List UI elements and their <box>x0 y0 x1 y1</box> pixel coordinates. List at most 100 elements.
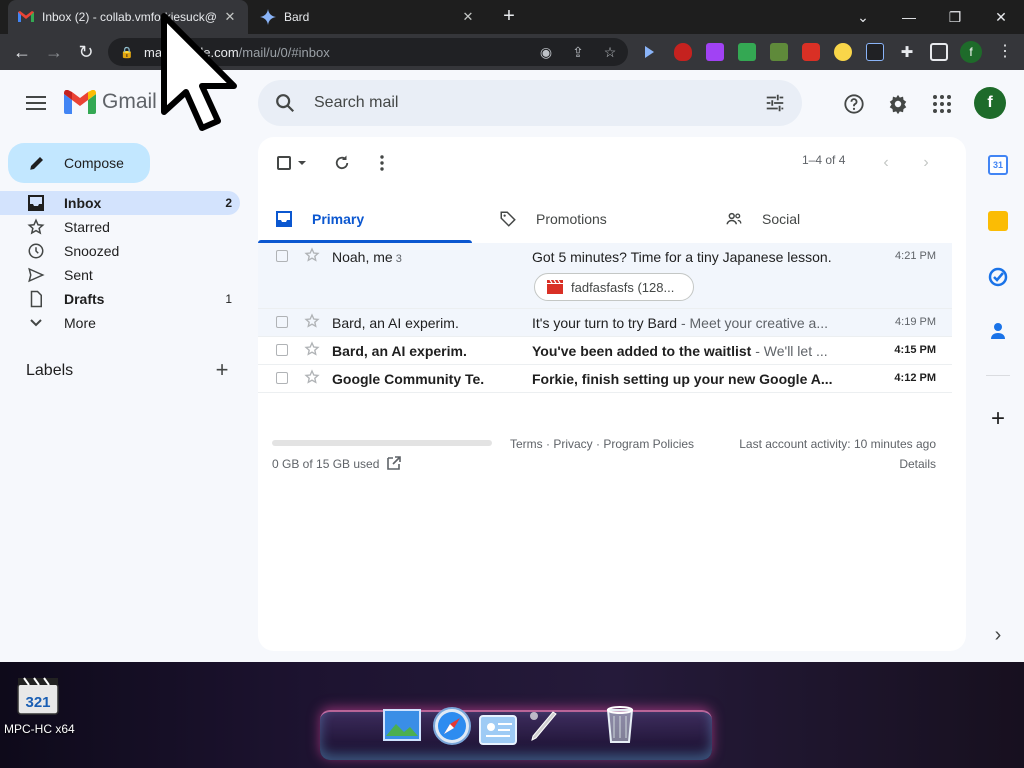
row-checkbox[interactable] <box>276 372 288 384</box>
search-options-icon[interactable] <box>764 92 786 114</box>
sidebar-item-label: More <box>64 315 96 331</box>
back-icon[interactable]: ← <box>10 40 34 64</box>
extension-grid-icon[interactable] <box>866 43 884 61</box>
apps-grid-icon[interactable] <box>930 92 954 116</box>
sidebar-item-label: Sent <box>64 267 93 283</box>
close-tab-icon[interactable]: ✕ <box>460 9 476 25</box>
star-icon[interactable] <box>304 369 320 385</box>
email-row[interactable]: Bard, an AI experim. You've been added t… <box>258 337 952 365</box>
search-input[interactable]: Search mail <box>314 94 398 112</box>
share-icon[interactable]: ⇪ <box>568 42 588 62</box>
video-clapper-icon <box>547 280 563 294</box>
star-icon[interactable] <box>304 341 320 357</box>
next-page-icon[interactable]: › <box>916 151 936 175</box>
mouse-cursor-icon <box>161 13 237 131</box>
tab-promotions[interactable]: Promotions <box>498 195 607 243</box>
email-sender: Bard, an AI experim. <box>332 315 459 331</box>
subject-text: It's your turn to try Bard <box>532 315 678 331</box>
search-icon[interactable] <box>274 92 296 114</box>
dock-preview-icon[interactable] <box>382 706 422 746</box>
star-icon <box>26 217 46 237</box>
dock-safari-icon[interactable] <box>432 706 472 746</box>
dock-pencil-icon[interactable] <box>524 706 564 746</box>
email-row[interactable]: Bard, an AI experim. It's your turn to t… <box>258 309 952 337</box>
profile-avatar[interactable]: f <box>960 41 982 63</box>
bookmark-star-icon[interactable]: ☆ <box>600 42 620 62</box>
reload-icon[interactable]: ↻ <box>74 40 98 64</box>
keep-icon[interactable] <box>988 211 1008 231</box>
side-panel-icon[interactable] <box>930 43 948 61</box>
people-icon <box>724 209 744 229</box>
settings-gear-icon[interactable] <box>886 92 910 116</box>
email-sender: Google Community Te. <box>332 371 485 387</box>
inbox-icon <box>274 209 294 229</box>
extension-smiley-icon[interactable] <box>834 43 852 61</box>
attachment-chip[interactable]: fadfasfasfs (128... <box>534 273 694 301</box>
add-label-button[interactable]: + <box>212 359 232 381</box>
browser-menu-icon[interactable]: ⋮ <box>996 43 1014 61</box>
add-addon-button[interactable]: + <box>988 407 1008 431</box>
email-snippet: - We'll let ... <box>751 343 828 359</box>
select-all-checkbox[interactable] <box>274 151 310 175</box>
extension-face-icon[interactable] <box>706 43 724 61</box>
email-time: 4:15 PM <box>894 344 936 356</box>
email-row[interactable]: Google Community Te. Forkie, finish sett… <box>258 365 952 393</box>
account-avatar[interactable]: f <box>974 87 1006 119</box>
extension-record-icon[interactable] <box>802 43 820 61</box>
restore-button[interactable]: ❐ <box>932 0 978 34</box>
collapse-panel-icon[interactable]: › <box>988 625 1008 645</box>
help-icon[interactable] <box>842 92 866 116</box>
email-row[interactable]: Noah, me 3 Got 5 minutes? Time for a tiny… <box>258 243 952 309</box>
checkbox-icon <box>277 156 291 170</box>
row-checkbox[interactable] <box>276 344 288 356</box>
tab-primary[interactable]: Primary <box>274 195 364 243</box>
tasks-icon[interactable] <box>988 267 1008 287</box>
main-menu-icon[interactable] <box>24 92 48 116</box>
star-icon[interactable] <box>304 247 320 263</box>
sidebar-item-inbox[interactable]: Inbox 2 <box>0 191 240 215</box>
tab-social[interactable]: Social <box>724 195 800 243</box>
attachment-name: fadfasfasfs (128... <box>571 279 675 295</box>
extension-shield-icon[interactable] <box>674 43 692 61</box>
sidebar-item-label: Starred <box>64 219 110 235</box>
window-close-button[interactable]: ✕ <box>978 0 1024 34</box>
email-subject: You've been added to the waitlist - We'l… <box>532 343 848 359</box>
tag-icon <box>498 209 518 229</box>
extension-cursor-icon[interactable] <box>640 43 658 61</box>
puzzle-icon[interactable]: ✚ <box>898 43 916 61</box>
minimize-button[interactable]: — <box>886 0 932 34</box>
eye-icon[interactable]: ◉ <box>536 42 556 62</box>
external-link-icon[interactable] <box>386 455 402 471</box>
prev-page-icon[interactable]: ‹ <box>876 151 896 175</box>
new-tab-button[interactable]: + <box>498 6 520 28</box>
row-checkbox[interactable] <box>276 316 288 328</box>
details-link[interactable]: Details <box>899 457 936 471</box>
contacts-icon[interactable] <box>988 321 1008 341</box>
sidebar-item-starred[interactable]: Starred <box>0 215 240 239</box>
sidebar-item-sent[interactable]: Sent <box>0 263 240 287</box>
sidebar-item-drafts[interactable]: Drafts 1 <box>0 287 240 311</box>
dock-contacts-icon[interactable] <box>478 710 518 750</box>
extension-image-icon[interactable] <box>770 43 788 61</box>
tab-bard[interactable]: Bard ✕ <box>250 0 486 34</box>
dock-trash-icon[interactable] <box>600 704 640 744</box>
refresh-icon[interactable] <box>330 151 354 175</box>
policy-links[interactable]: Terms · Privacy · Program Policies <box>510 437 694 451</box>
mpc-hc-desktop-icon[interactable]: 321 <box>16 674 60 718</box>
sidebar-item-more[interactable]: More <box>0 311 240 335</box>
tab-label: Primary <box>312 211 365 227</box>
more-vert-icon[interactable] <box>370 151 394 175</box>
bard-sparkle-icon <box>260 9 276 25</box>
star-icon[interactable] <box>304 313 320 329</box>
sidebar-item-snoozed[interactable]: Snoozed <box>0 239 240 263</box>
inbox-panel: 1–4 of 4 ‹ › Primary Promotions Social N… <box>258 137 966 651</box>
search-bar[interactable]: Search mail <box>258 80 802 126</box>
row-checkbox[interactable] <box>276 250 288 262</box>
calendar-icon[interactable]: 31 <box>988 155 1008 175</box>
compose-button[interactable]: Compose <box>8 143 150 183</box>
tab-search-button[interactable]: ⌄ <box>840 0 886 34</box>
clock-icon <box>26 241 46 261</box>
gmail-logo[interactable]: Gmail <box>64 90 157 114</box>
extension-sheet-icon[interactable] <box>738 43 756 61</box>
forward-icon[interactable]: → <box>42 40 66 64</box>
